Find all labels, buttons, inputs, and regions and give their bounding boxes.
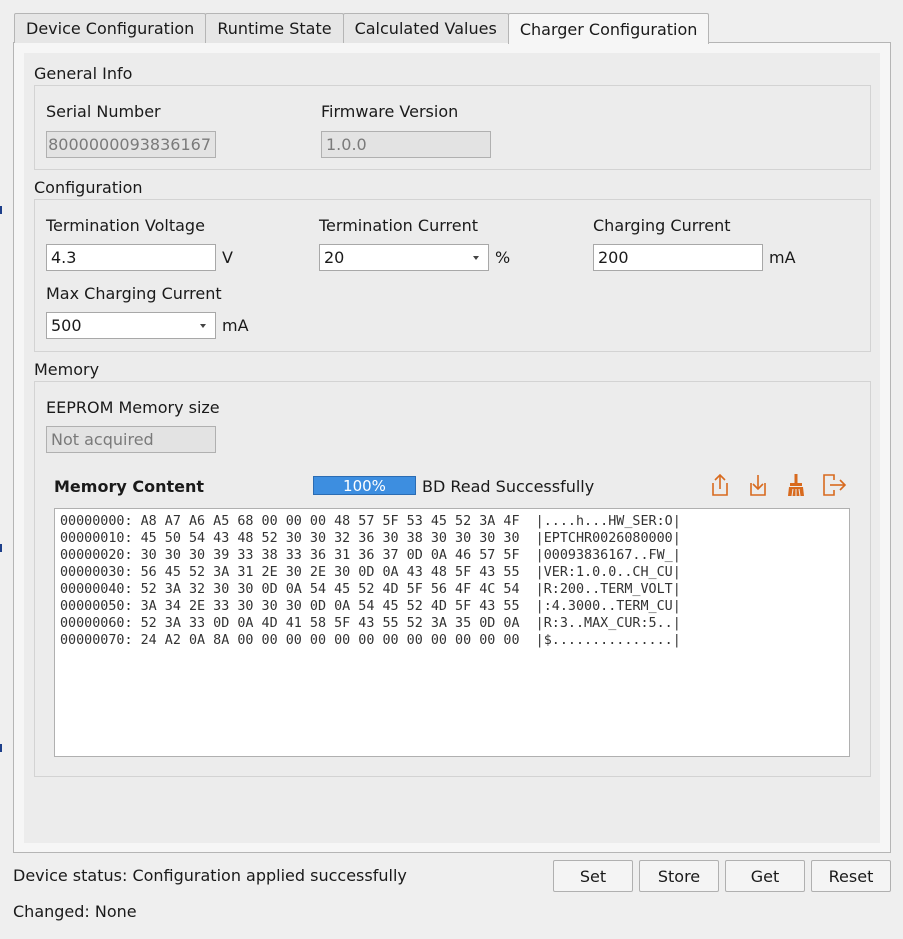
memory-content-label: Memory Content bbox=[54, 477, 204, 496]
tab-device-configuration[interactable]: Device Configuration bbox=[14, 13, 207, 43]
changed-text: Changed: None bbox=[13, 902, 137, 921]
get-button[interactable]: Get bbox=[725, 860, 805, 892]
general-info-group: Serial Number 8000000093836167 Firmware … bbox=[34, 85, 871, 170]
read-status-text: BD Read Successfully bbox=[422, 477, 595, 496]
charging-current-label: Charging Current bbox=[593, 216, 731, 235]
firmware-version-label: Firmware Version bbox=[321, 102, 459, 121]
read-progress-text: 100% bbox=[343, 476, 386, 495]
eeprom-size-field[interactable]: Not acquired bbox=[46, 426, 216, 453]
serial-number-field[interactable]: 8000000093836167 bbox=[46, 131, 216, 158]
chevron-down-icon bbox=[473, 255, 479, 260]
export-icon[interactable] bbox=[701, 470, 739, 500]
import-icon[interactable] bbox=[739, 470, 777, 500]
store-button[interactable]: Store bbox=[639, 860, 719, 892]
termination-current-select[interactable]: 20 bbox=[319, 244, 489, 271]
firmware-version-field[interactable]: 1.0.0 bbox=[321, 131, 491, 158]
exit-icon[interactable] bbox=[815, 470, 853, 500]
termination-current-unit: % bbox=[495, 248, 511, 267]
eeprom-size-label: EEPROM Memory size bbox=[46, 398, 220, 417]
read-progress-bar: 100% bbox=[313, 476, 416, 495]
memory-title: Memory bbox=[34, 360, 100, 379]
memory-hex-view[interactable]: 00000000: A8 A7 A6 A5 68 00 00 00 48 57 … bbox=[54, 508, 850, 757]
memory-toolbar bbox=[701, 470, 853, 500]
configuration-title: Configuration bbox=[34, 178, 143, 197]
general-info-title: General Info bbox=[34, 64, 133, 83]
termination-current-value: 20 bbox=[324, 248, 345, 267]
serial-number-label: Serial Number bbox=[46, 102, 161, 121]
tab-calculated-values[interactable]: Calculated Values bbox=[342, 13, 509, 43]
device-status-text: Device status: Configuration applied suc… bbox=[13, 866, 407, 885]
max-charging-current-label: Max Charging Current bbox=[46, 284, 222, 303]
tab-bar: Device Configuration Runtime State Calcu… bbox=[14, 13, 710, 44]
tab-runtime-state[interactable]: Runtime State bbox=[205, 13, 344, 43]
termination-voltage-unit: V bbox=[222, 248, 233, 267]
termination-current-label: Termination Current bbox=[319, 216, 478, 235]
max-charging-current-select[interactable]: 500 bbox=[46, 312, 216, 339]
reset-button[interactable]: Reset bbox=[811, 860, 891, 892]
termination-voltage-input[interactable]: 4.3 bbox=[46, 244, 216, 271]
clear-icon[interactable] bbox=[777, 470, 815, 500]
tab-charger-configuration[interactable]: Charger Configuration bbox=[507, 13, 710, 44]
charging-current-input[interactable]: 200 bbox=[593, 244, 763, 271]
configuration-group: Termination Voltage 4.3 V Termination Cu… bbox=[34, 199, 871, 352]
max-charging-current-unit: mA bbox=[222, 316, 249, 335]
chevron-down-icon bbox=[200, 323, 206, 328]
charging-current-unit: mA bbox=[769, 248, 796, 267]
tab-pane: General Info Serial Number 8000000093836… bbox=[13, 42, 891, 853]
termination-voltage-label: Termination Voltage bbox=[46, 216, 205, 235]
max-charging-current-value: 500 bbox=[51, 316, 82, 335]
set-button[interactable]: Set bbox=[553, 860, 633, 892]
scroll-area: General Info Serial Number 8000000093836… bbox=[24, 53, 880, 843]
